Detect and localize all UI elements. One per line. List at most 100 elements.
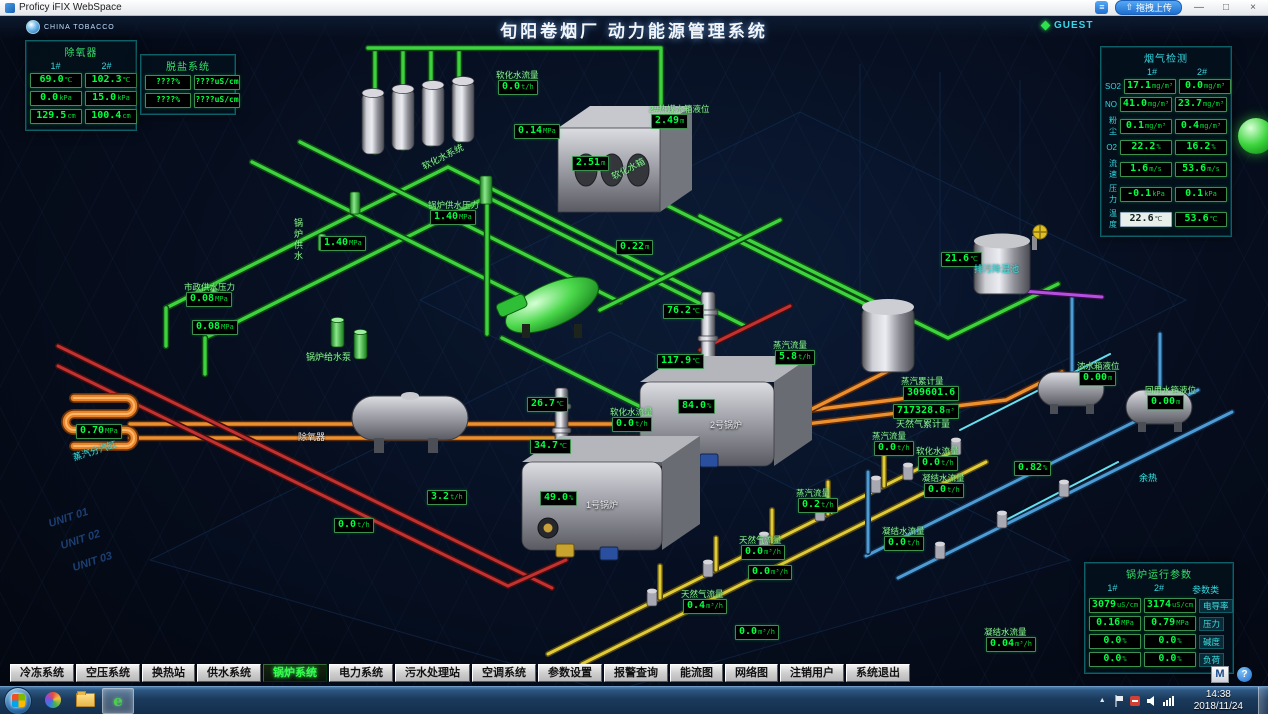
panel-row: 0.0%0.0%负荷 <box>1089 652 1229 667</box>
panel-body: ????%????uS/cm????%????uS/cm <box>145 75 231 108</box>
value-unit: kPa <box>117 92 130 104</box>
action-center-flag-icon <box>1116 696 1123 701</box>
taskbar-app-active[interactable]: e <box>102 688 134 714</box>
param-label: 电导率 <box>1199 599 1233 613</box>
logo-text: CHINA TOBACCO <box>44 24 115 31</box>
help-icon[interactable]: ? <box>1237 667 1252 682</box>
value-number: 309601.6 <box>907 387 955 399</box>
value-display: 53.6℃ <box>1175 212 1227 227</box>
titlebar-left: Proficy iFIX WebSpace <box>5 2 122 13</box>
titlebar-right: ≡ ⇧ 拖拽上传 — □ × <box>1095 0 1263 15</box>
value-number: 3.2 <box>431 491 449 503</box>
nav-button-10[interactable]: 报警查询 <box>604 664 668 682</box>
value-display: 69.0℃ <box>30 73 82 88</box>
value-number: 0.0 <box>1103 653 1121 665</box>
col-header-2: 2# <box>1177 67 1227 77</box>
webspace-icon[interactable]: ≡ <box>1095 1 1108 14</box>
value-unit: MPa <box>543 125 556 137</box>
value-unit: % <box>1122 653 1126 665</box>
nav-button-5[interactable]: 锅炉系统 <box>263 664 327 682</box>
value-display: ????uS/cm <box>194 75 240 90</box>
nav-button-4[interactable]: 供水系统 <box>197 664 261 682</box>
nav-button-12[interactable]: 网络图 <box>725 664 778 682</box>
value-number: -0.1 <box>1127 188 1151 200</box>
clock-date: 2018/11/24 <box>1194 701 1243 713</box>
value-unit: mg/m³ <box>1152 80 1173 92</box>
close-button[interactable]: × <box>1243 2 1263 13</box>
nav-button-14[interactable]: 系统退出 <box>846 664 910 682</box>
value-unit: kPa <box>1204 188 1217 200</box>
panel-row: SO217.1mg/m³0.0mg/m³ <box>1105 79 1227 94</box>
value-display: 0.08MPa <box>186 292 232 307</box>
drag-upload-button[interactable]: ⇧ 拖拽上传 <box>1115 0 1182 15</box>
user-name: GUEST <box>1054 20 1093 31</box>
nav-button-9[interactable]: 参数设置 <box>538 664 602 682</box>
diagram-label: 锅炉供水 <box>292 218 305 262</box>
gauge: 0.0m³/h <box>735 621 779 640</box>
value-display: 22.2% <box>1120 140 1172 155</box>
nav-button-7[interactable]: 污水处理站 <box>395 664 470 682</box>
value-number: 0.0 <box>338 519 356 531</box>
start-button[interactable] <box>4 687 32 714</box>
panel-row: 粉尘0.1mg/m³0.4mg/m³ <box>1105 115 1227 137</box>
value-display: 23.7mg/m³ <box>1175 97 1227 112</box>
value-display: 2.49m <box>651 114 688 129</box>
value-display: 309601.6 <box>903 386 959 401</box>
nav-button-2[interactable]: 空压系统 <box>76 664 140 682</box>
param-label: 负荷 <box>1199 653 1224 667</box>
value-unit: t/h <box>907 537 920 549</box>
gauge-label: 蒸汽流量 <box>796 487 830 499</box>
diagram-label: 排污降温池 <box>974 262 1019 275</box>
value-display: 0.4m³/h <box>683 599 727 614</box>
value-unit: % <box>1122 635 1126 647</box>
value-display: 0.0mg/m³ <box>1179 79 1231 94</box>
nav-button-13[interactable]: 注销用户 <box>780 664 844 682</box>
value-display: 0.1mg/m³ <box>1120 119 1172 134</box>
window-titlebar: Proficy iFIX WebSpace ≡ ⇧ 拖拽上传 — □ × <box>0 0 1268 16</box>
value-display: 0.00m <box>1079 371 1116 386</box>
value-unit: mg/m³ <box>1200 120 1221 132</box>
user-indicator: GUEST <box>1042 20 1093 31</box>
taskbar-clock[interactable]: 14:38 2018/11/24 <box>1186 689 1251 713</box>
show-desktop-button[interactable] <box>1258 687 1268 714</box>
nav-button-8[interactable]: 空调系统 <box>472 664 536 682</box>
maximize-button[interactable]: □ <box>1216 2 1236 13</box>
value-number: 2.49 <box>655 115 679 127</box>
value-display: 0.0t/h <box>612 417 652 432</box>
nav-button-6[interactable]: 电力系统 <box>329 664 393 682</box>
panel-body: 69.0℃102.3℃0.0kPa15.0kPa129.5cm100.4cm <box>30 73 132 124</box>
taskbar-app-browser[interactable] <box>38 688 68 712</box>
tray-icons[interactable] <box>1113 694 1179 708</box>
value-number: 0.16 <box>1096 617 1120 629</box>
gauge: 0.0m³/h <box>748 561 792 580</box>
windows-taskbar: e ▲ 14:38 2018/11/24 <box>0 686 1268 714</box>
tray-expand-icon[interactable]: ▲ <box>1099 697 1106 704</box>
value-display: 0.79MPa <box>1144 616 1196 631</box>
value-display: 0.4mg/m³ <box>1175 119 1227 134</box>
value-unit: cm <box>67 110 75 122</box>
taskbar-app-explorer[interactable] <box>70 688 100 712</box>
system-tray: ▲ 14:38 2018/11/24 <box>1099 687 1268 714</box>
nav-button-3[interactable]: 换热站 <box>142 664 195 682</box>
panel-columns: 1# 2# 参数类 <box>1089 583 1229 596</box>
gauge: 蒸汽累计量309601.6 <box>903 382 959 401</box>
nav-button-1[interactable]: 冷冻系统 <box>10 664 74 682</box>
value-unit: MPa <box>1176 617 1189 629</box>
gauge: 0.14MPa <box>514 120 560 139</box>
m-badge-icon[interactable]: M <box>1211 666 1229 683</box>
value-unit: m³/h <box>771 566 788 578</box>
value-display: 0.04m³/h <box>986 637 1036 652</box>
webspace-toolbar: M ? <box>1211 666 1252 683</box>
panel-title: 烟气检测 <box>1105 50 1227 65</box>
row-label: 粉尘 <box>1105 115 1117 137</box>
side-green-sphere-button[interactable] <box>1238 118 1268 154</box>
minimize-button[interactable]: — <box>1189 2 1209 13</box>
value-number: 76.2 <box>667 305 691 317</box>
diagram-label: 2号锅炉 <box>710 418 742 431</box>
diagram-label: 锅炉给水泵 <box>306 350 351 363</box>
value-display: 0.22m <box>616 240 653 255</box>
nav-button-11[interactable]: 能流图 <box>670 664 723 682</box>
value-unit: kPa <box>1152 188 1165 200</box>
gauge: 凝结水流量0.04m³/h <box>986 633 1036 652</box>
value-unit: m <box>680 115 684 127</box>
